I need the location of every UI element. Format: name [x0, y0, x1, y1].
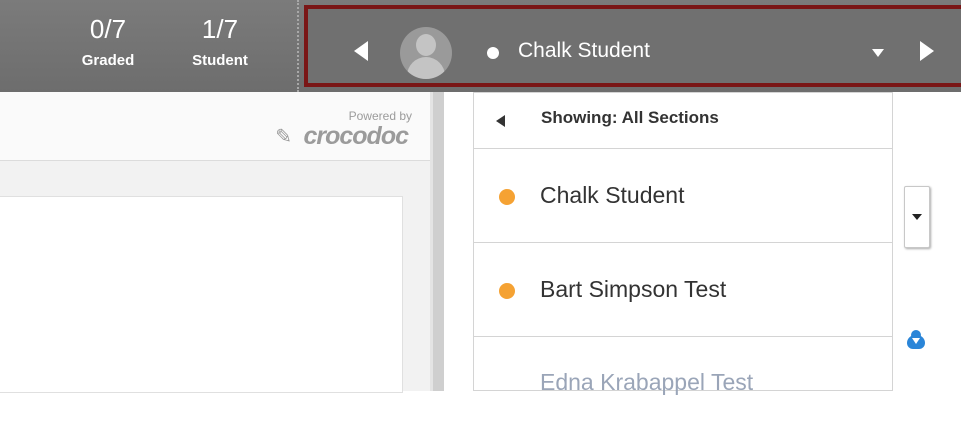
user-avatar-icon — [400, 27, 452, 79]
student-dropdown-menu: Showing: All Sections Chalk Student Bart… — [473, 92, 893, 395]
section-filter-label: Showing: All Sections — [541, 108, 719, 127]
student-option-name: Bart Simpson Test — [540, 276, 727, 302]
document-viewer: ✎ Powered by crocodoc — [0, 92, 430, 393]
student-option[interactable]: Bart Simpson Test — [474, 243, 892, 337]
side-select-dropdown[interactable] — [904, 186, 930, 248]
student-index-value: 1/7 — [201, 14, 239, 44]
current-student-name[interactable]: Chalk Student — [518, 39, 650, 63]
powered-by-text: Powered by — [348, 109, 412, 123]
topbar-divider — [297, 0, 299, 92]
student-option[interactable]: Chalk Student — [474, 149, 892, 243]
graded-count: 0/7 Graded — [68, 14, 148, 69]
triangle-left-icon[interactable] — [496, 115, 505, 127]
student-index-label: Student — [192, 52, 248, 69]
chevron-right-icon[interactable] — [920, 41, 934, 61]
chevron-left-icon[interactable] — [354, 41, 368, 61]
status-dot-icon — [499, 189, 515, 205]
pane-resize-handle[interactable] — [430, 92, 444, 391]
section-filter[interactable]: Showing: All Sections — [474, 93, 892, 149]
cloud-download-icon[interactable] — [907, 330, 925, 349]
student-option-name: Edna Krabappel Test — [540, 369, 754, 395]
document-page[interactable] — [0, 196, 403, 393]
student-option-name: Chalk Student — [540, 182, 685, 208]
graded-value: 0/7 — [89, 14, 127, 44]
speedgrader-topbar: 0/7 Graded 1/7 Student Chalk Student — [0, 0, 961, 92]
viewer-header: ✎ Powered by crocodoc — [0, 92, 430, 161]
crocodoc-logo-icon: ✎ — [275, 126, 292, 148]
student-navigator: Chalk Student — [304, 5, 961, 87]
graded-label: Graded — [81, 52, 135, 69]
student-option[interactable]: Edna Krabappel Test — [474, 337, 892, 430]
crocodoc-brand: crocodoc — [303, 122, 409, 150]
student-index: 1/7 Student — [180, 14, 260, 69]
submission-status-dot — [487, 47, 499, 59]
caret-down-icon[interactable] — [872, 49, 884, 57]
caret-down-icon — [912, 214, 922, 220]
status-dot-icon — [499, 283, 515, 299]
